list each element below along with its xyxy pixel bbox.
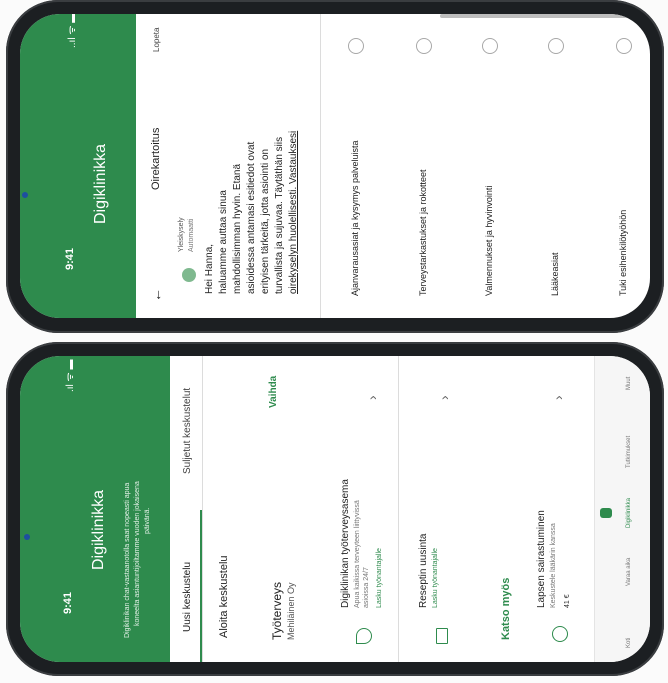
option-label: Tuki esihenkilötyöhön xyxy=(618,209,628,296)
service-title: Digiklinikan työterveysasema xyxy=(340,479,351,608)
status-time: 9:41 xyxy=(62,591,74,614)
message-line: haluamme auttaa sinua xyxy=(218,190,229,294)
see-also-item-sub: Keskustele lääkärin kanssa xyxy=(550,523,557,608)
org-sub: Mehiläinen Oy xyxy=(286,582,296,640)
message-line: asioidessa antamasi esitiedot ovat xyxy=(246,141,257,294)
start-header-title: Digiklinikka xyxy=(90,489,107,570)
header-desc-line: päivänä. xyxy=(144,507,151,534)
prescription-icon xyxy=(436,628,448,644)
option-label: Terveystarkastukset ja rokotteet xyxy=(418,169,428,296)
header-desc-line: koneelta asiantuntijoiltamme vuoden joka… xyxy=(134,481,141,626)
nav-digiklinikka-icon xyxy=(600,508,612,518)
option-radio[interactable] xyxy=(548,38,564,54)
message-line: mahdollisimman hyvin. Etanä xyxy=(232,163,243,294)
header-desc-line: Digiklinikan chat-vastaanotolla saat nop… xyxy=(124,482,131,638)
service-sub: asioissa 24/7 xyxy=(363,567,370,608)
back-icon[interactable]: ← xyxy=(148,288,164,302)
section-start-title: Aloita keskustelu xyxy=(218,555,230,638)
tab-new-conversation[interactable]: Uusi keskustelu xyxy=(182,562,193,632)
chevron-right-icon: › xyxy=(550,395,566,400)
option-label: Ajanvarausasiat ja kysymys palveluista xyxy=(350,140,360,296)
option-label: Lääkeasiat xyxy=(550,252,560,296)
chat-header-band xyxy=(20,14,136,318)
option-radio[interactable] xyxy=(348,38,364,54)
option-radio[interactable] xyxy=(616,38,632,54)
nav-digiklinikka[interactable]: Digiklinikka xyxy=(626,498,632,528)
option-radio[interactable] xyxy=(416,38,432,54)
scrollbar[interactable] xyxy=(440,14,640,18)
chat-header-title: Digiklinikka xyxy=(92,143,109,224)
chevron-right-icon: › xyxy=(436,395,452,400)
bottom-phone-screen: 9:41 .ıl ᯤ ▬ Digiklinikka Digiklinikan c… xyxy=(20,356,650,662)
option-radio[interactable] xyxy=(482,38,498,54)
tabs-divider xyxy=(202,356,203,662)
front-camera xyxy=(24,534,30,540)
message-line: Hei Hanna, xyxy=(204,243,215,294)
sender-sub: Automaatti xyxy=(188,218,195,252)
status-icons: ..ıl ᯤ ▬ xyxy=(67,14,78,48)
message-line: turvallista ja sujuvaa. Täytäthän siis xyxy=(274,136,285,294)
status-icons: .ıl ᯤ ▬ xyxy=(65,359,76,392)
org-title: Työterveys xyxy=(270,581,284,640)
message-line: erityisen tärkeitä, jotta asiointi on xyxy=(260,148,271,294)
option-label: Valmennukset ja hyvinvointi xyxy=(484,185,494,296)
service-link[interactable]: Lasku työnantajalle xyxy=(432,548,439,608)
front-camera xyxy=(22,192,28,198)
sender-avatar xyxy=(182,268,196,282)
end-chat-button[interactable]: Lopeta xyxy=(152,28,161,52)
service-title: Reseptin uusinta xyxy=(418,533,429,609)
nav-tests[interactable]: Tutkimukset xyxy=(626,436,632,468)
message-line: oirekyselyn huolellisesti. Vastauksesi xyxy=(288,130,299,294)
service-sub: Apua kaikissa terveyteen liittyvissä xyxy=(354,500,361,608)
top-phone-screen: 9:41 ..ıl ᯤ ▬ Digiklinikka ← Oirekartoit… xyxy=(20,14,650,318)
sender-name: Yleiskysely xyxy=(178,217,185,252)
nav-book-appointment[interactable]: Varaa aika xyxy=(626,558,632,586)
nav-more[interactable]: Muut xyxy=(626,377,632,390)
thermometer-icon xyxy=(552,626,568,642)
change-org-button[interactable]: Vaihda xyxy=(268,376,279,408)
nav-home[interactable]: Koti xyxy=(626,638,632,648)
see-also-item-title: Lapsen sairastuminen xyxy=(536,510,547,608)
top-phone-frame: 9:41 ..ıl ᯤ ▬ Digiklinikka ← Oirekartoit… xyxy=(6,0,664,333)
tab-closed-conversations[interactable]: Suljetut keskustelut xyxy=(182,388,193,474)
chat-title: Oirekartoitus xyxy=(150,127,162,190)
stethoscope-icon xyxy=(356,628,372,644)
options-divider xyxy=(320,14,321,318)
bottom-phone-frame: 9:41 .ıl ᯤ ▬ Digiklinikka Digiklinikan c… xyxy=(6,342,664,676)
service-link[interactable]: Lasku työnantajalle xyxy=(376,548,383,608)
see-also-item-price: 41 € xyxy=(564,594,571,608)
status-time: 9:41 xyxy=(64,247,76,270)
chevron-right-icon: › xyxy=(364,395,380,400)
item-divider xyxy=(398,356,399,662)
see-also-title: Katso myös xyxy=(500,577,512,640)
stage: 9:41 ..ıl ᯤ ▬ Digiklinikka ← Oirekartoit… xyxy=(0,0,668,683)
